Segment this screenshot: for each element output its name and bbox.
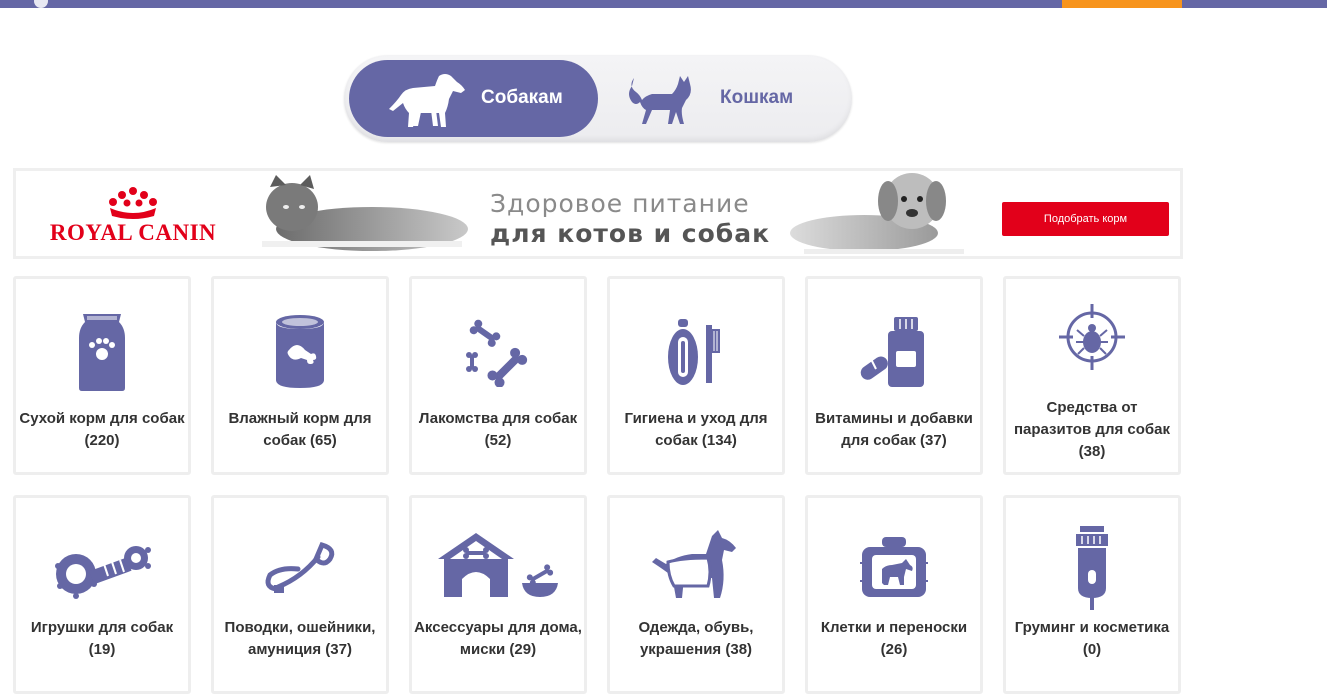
leash-icon — [214, 528, 386, 608]
category-wet-food[interactable]: Влажный корм для собак (65) — [211, 276, 389, 475]
category-grooming[interactable]: Груминг и косметика (0) — [1003, 495, 1181, 694]
category-label: Игрушки для собак — [30, 619, 174, 636]
tab-dogs-label: Собакам — [481, 87, 563, 108]
category-treats[interactable]: Лакомства для собак (52) — [409, 276, 587, 475]
dry-food-bag-icon — [16, 307, 188, 397]
clipper-icon — [1006, 526, 1178, 610]
category-label: Средства от паразитов для собак — [1013, 399, 1171, 438]
treats-bones-icon — [412, 307, 584, 397]
top-navigation-bar — [0, 0, 1327, 8]
banner-headline-2: для котов и собак — [490, 219, 771, 248]
category-label: Поводки, ошейники, амуниция (37) — [224, 619, 376, 658]
category-parasites[interactable]: Средства от паразитов для собак (38) — [1003, 276, 1181, 475]
category-label: Аксессуары для дома, миски (29) — [414, 619, 582, 658]
banner-cat-image — [262, 175, 468, 251]
category-hygiene[interactable]: Гигиена и уход для собак (134) — [607, 276, 785, 475]
banner-puppy-image — [790, 173, 964, 254]
crown-icon — [109, 187, 157, 219]
category-count: (0) — [1082, 641, 1102, 658]
toy-icon — [16, 528, 188, 608]
category-label: Витамины и добавки для собак (37) — [815, 410, 973, 449]
site-logo-icon[interactable] — [34, 0, 48, 8]
category-label: Гигиена и уход для собак (134) — [624, 410, 768, 449]
category-vitamins[interactable]: Витамины и добавки для собак (37) — [805, 276, 983, 475]
category-count: (19) — [88, 641, 116, 658]
royal-canin-logo: ROYAL CANIN — [48, 186, 218, 246]
banner-headline-1: Здоровое питание — [490, 189, 750, 218]
choose-food-button[interactable]: Подобрать корм — [1002, 202, 1169, 236]
category-toys[interactable]: Игрушки для собак (19) — [13, 495, 191, 694]
category-count: (26) — [880, 641, 908, 658]
pet-type-switch: Собакам Кошкам — [344, 55, 852, 142]
category-label: Лакомства для собак — [418, 410, 578, 427]
dog-icon — [389, 74, 465, 127]
category-label: Груминг и косметика — [1014, 619, 1170, 636]
hygiene-brush-icon — [610, 307, 782, 397]
vitamins-bottle-icon — [808, 307, 980, 397]
category-count: (38) — [1078, 443, 1106, 460]
category-count: (52) — [484, 432, 512, 449]
tab-dogs[interactable]: Собакам — [349, 60, 598, 137]
royal-canin-wordmark: ROYAL CANIN — [49, 220, 217, 245]
category-home-accessories[interactable]: Аксессуары для дома, миски (29) — [409, 495, 587, 694]
cat-icon — [629, 76, 691, 124]
category-dry-food[interactable]: Сухой корм для собак (220) — [13, 276, 191, 475]
wet-food-can-icon — [214, 307, 386, 397]
carrier-icon — [808, 528, 980, 608]
tab-cats-label: Кошкам — [720, 87, 794, 108]
header-cta-button[interactable] — [1062, 0, 1182, 8]
promo-banner[interactable]: ROYAL CANIN Здоровое питание для котов и… — [13, 168, 1183, 259]
doghouse-bowl-icon — [412, 524, 584, 604]
tab-cats[interactable]: Кошкам — [614, 60, 844, 137]
category-carriers[interactable]: Клетки и переноски (26) — [805, 495, 983, 694]
category-leashes[interactable]: Поводки, ошейники, амуниция (37) — [211, 495, 389, 694]
parasite-tick-icon — [1006, 297, 1178, 377]
category-label: Сухой корм для собак — [19, 410, 185, 427]
dog-clothes-icon — [610, 524, 782, 604]
category-count: (220) — [84, 432, 120, 449]
category-label: Влажный корм для собак (65) — [228, 410, 372, 449]
category-label: Клетки и переноски — [820, 619, 968, 636]
category-label: Одежда, обувь, украшения (38) — [638, 619, 754, 658]
category-clothes[interactable]: Одежда, обувь, украшения (38) — [607, 495, 785, 694]
